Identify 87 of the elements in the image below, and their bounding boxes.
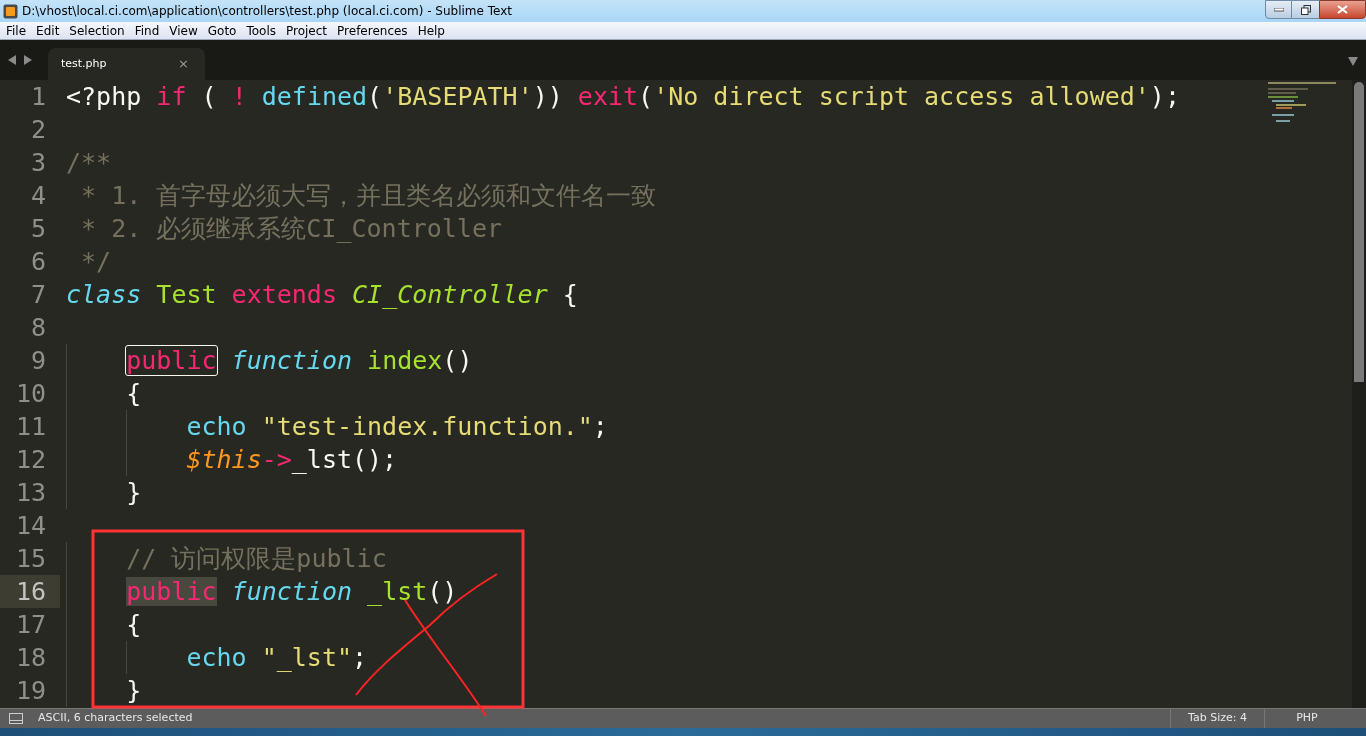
line-number: 5 — [29, 212, 47, 245]
line-number: 2 — [29, 113, 47, 146]
menu-item[interactable]: Project — [281, 21, 333, 40]
code-token: echo — [186, 412, 247, 441]
code-token: function — [231, 346, 352, 375]
panel-icon[interactable] — [9, 713, 23, 724]
code-token: ( — [201, 82, 217, 111]
code-token: <?php — [66, 82, 142, 111]
tab-close-icon[interactable]: × — [178, 54, 189, 74]
menu-item[interactable]: Help — [412, 21, 450, 40]
code-token: ! — [231, 82, 247, 111]
line-number: 4 — [29, 179, 47, 212]
code-token: index — [367, 346, 443, 375]
code-token: () — [442, 346, 473, 375]
code-token: ; — [592, 412, 608, 441]
line-number: 8 — [29, 311, 47, 344]
line-number: 19 — [14, 674, 47, 707]
menu-item[interactable]: Find — [129, 21, 165, 40]
code-token: * 1. 首字母必须大写，并且类名必须和文件名一致 — [81, 181, 657, 210]
code-token: 'BASEPATH' — [382, 82, 533, 111]
code-token: ( — [367, 82, 383, 111]
code-token: ; — [352, 643, 368, 672]
code-token: ); — [1149, 82, 1180, 111]
editor-tab[interactable]: test.php × — [48, 48, 205, 80]
scrollbar[interactable] — [1352, 80, 1366, 708]
scrollbar-thumb[interactable] — [1354, 82, 1364, 382]
dropdown-icon[interactable] — [1348, 57, 1358, 66]
menu-item[interactable]: Edit — [31, 21, 65, 40]
code-token: Test — [156, 280, 217, 309]
line-number: 14 — [14, 509, 47, 542]
line-number: 9 — [29, 344, 47, 377]
code-token: public — [126, 346, 217, 375]
line-number: 18 — [14, 641, 47, 674]
code-token: )) — [532, 82, 563, 111]
restore-button[interactable] — [1292, 0, 1319, 19]
code-token: ( — [638, 82, 654, 111]
line-number: 3 — [29, 146, 47, 179]
menu-item[interactable]: View — [164, 21, 203, 40]
menu-item[interactable]: Selection — [64, 21, 130, 40]
line-number: 17 — [14, 608, 47, 641]
code-token: defined — [261, 82, 368, 111]
menu-item[interactable]: File — [1, 21, 32, 40]
line-number: 16 — [0, 575, 60, 608]
code-token: function — [231, 577, 352, 606]
app-icon — [3, 3, 18, 19]
line-number: 12 — [14, 443, 47, 476]
close-icon — [1337, 5, 1348, 14]
code-token: { — [126, 610, 142, 639]
code-token: exit — [577, 82, 639, 111]
code-token: { — [562, 280, 578, 309]
code-token: * 2. 必须继承系统CI_Controller — [81, 214, 502, 243]
line-number: 1 — [29, 80, 47, 113]
code-token: CI_Controller — [352, 280, 548, 309]
close-button[interactable] — [1319, 0, 1366, 19]
code-token: /** — [66, 148, 112, 177]
code-token: 'No direct script access allowed' — [653, 82, 1150, 111]
line-number: 7 — [29, 278, 47, 311]
code-token: class — [66, 280, 142, 309]
line-number: 15 — [14, 542, 47, 575]
code-token: } — [126, 478, 142, 507]
minimize-icon — [1273, 7, 1284, 12]
line-number: 10 — [14, 377, 47, 410]
code-token: () — [427, 577, 458, 606]
code-token: -> — [261, 445, 292, 474]
menu-item[interactable]: Preferences — [332, 21, 413, 40]
restore-icon — [1300, 4, 1311, 15]
code-token: "_lst" — [261, 643, 352, 672]
code-token: */ — [81, 247, 112, 276]
code-token: extends — [231, 280, 337, 309]
line-number: 6 — [29, 245, 47, 278]
code-token: } — [126, 676, 142, 705]
line-number: 11 — [14, 410, 47, 443]
code-token: _lst — [367, 577, 428, 606]
code-token: if — [156, 82, 187, 111]
code-token: $this — [186, 445, 262, 474]
code-token: { — [126, 379, 142, 408]
code-token: // 访问权限是public — [126, 544, 387, 573]
code-token: "test-index.function." — [261, 412, 593, 441]
menu-item[interactable]: Tools — [241, 21, 281, 40]
status-message: ASCII, 6 characters selected — [38, 710, 193, 727]
code-token: public — [126, 577, 217, 606]
code-token: _lst — [291, 445, 352, 474]
line-number: 13 — [14, 476, 47, 509]
code-token: (); — [352, 445, 398, 474]
code-token: echo — [186, 643, 247, 672]
window-title: D:\vhost\local.ci.com\application\controllers\test.php (local.ci.com) - Sublime Text — [22, 3, 512, 20]
menu-item[interactable]: Goto — [202, 21, 242, 40]
